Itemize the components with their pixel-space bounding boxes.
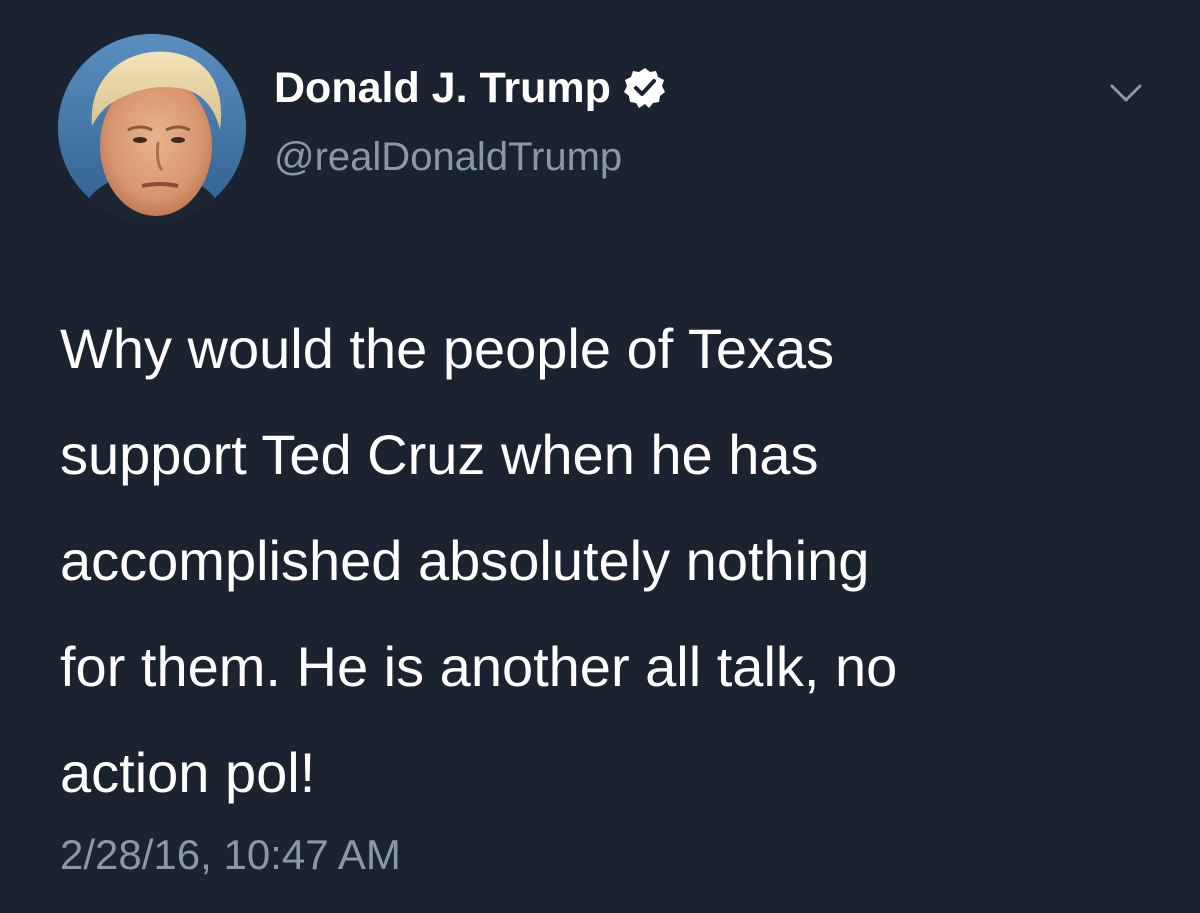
tweet-timestamp[interactable]: 2/28/16, 10:47 AM (60, 828, 401, 882)
chevron-down-icon[interactable] (1108, 80, 1144, 106)
author-display-name[interactable]: Donald J. Trump (274, 62, 611, 114)
author-name-row[interactable]: Donald J. Trump (274, 62, 667, 114)
tweet-text: Why would the people of Texas support Te… (60, 317, 898, 804)
author-avatar[interactable] (58, 34, 246, 222)
avatar-photo (58, 34, 246, 222)
tweet-card: Donald J. Trump @realDonaldTrump Why wou… (0, 0, 1200, 913)
verified-badge-icon (623, 66, 667, 110)
author-handle[interactable]: @realDonaldTrump (274, 133, 622, 181)
